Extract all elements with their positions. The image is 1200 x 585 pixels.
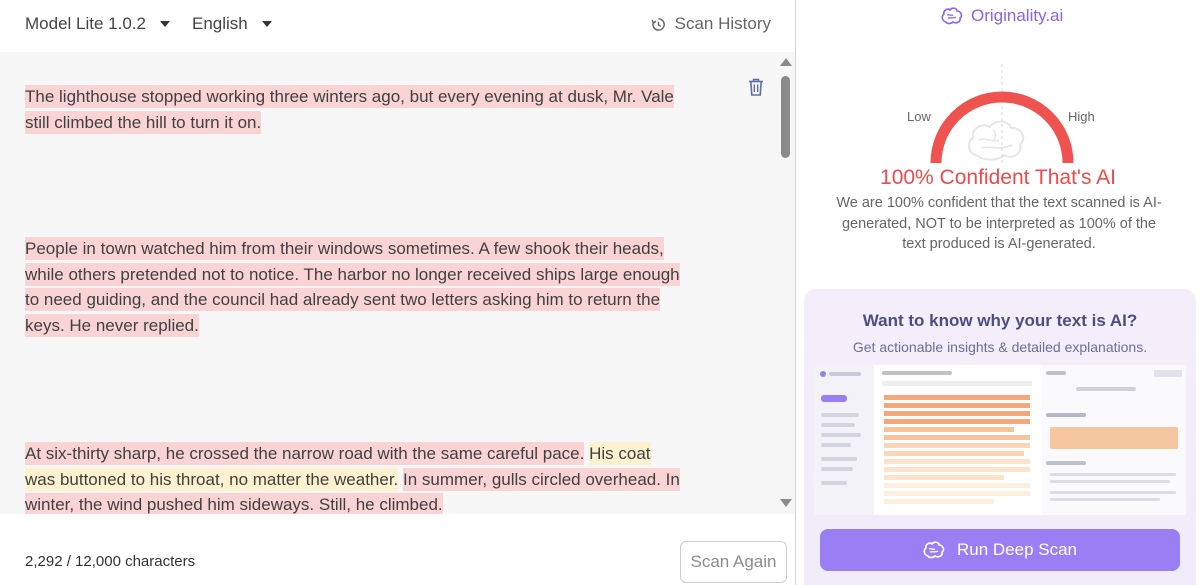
promo-title: Want to know why your text is AI?: [862, 311, 1138, 330]
brain-watermark-icon: [967, 120, 1025, 161]
chevron-down-icon: [159, 21, 170, 27]
editor-scrollbar[interactable]: [778, 52, 794, 514]
verdict-explanation: We are 100% confident that the text scan…: [836, 195, 1162, 252]
history-icon: [651, 17, 665, 31]
editor-pane: Model Lite 1.0.2 English Scan History Th…: [0, 0, 796, 585]
brand-name: Originality.ai: [971, 6, 1064, 25]
highlighted-sentence: The lighthouse stopped working three win…: [25, 85, 674, 134]
run-deep-scan-button[interactable]: Run Deep Scan: [820, 529, 1180, 571]
deep-scan-preview-image: [814, 365, 1186, 515]
brain-icon: [941, 7, 963, 25]
model-dropdown[interactable]: Model Lite 1.0.2: [25, 14, 170, 34]
editor-footer: 2,292 / 12,000 characters Scan Again: [0, 514, 796, 585]
confidence-gauge: [930, 64, 1074, 164]
scan-history-button[interactable]: Scan History: [651, 14, 771, 34]
chevron-down-icon: [261, 21, 272, 27]
scan-history-label: Scan History: [674, 14, 771, 33]
scrollbar-thumb[interactable]: [781, 76, 790, 158]
model-label: Model Lite 1.0.2: [25, 14, 146, 33]
scan-again-button[interactable]: Scan Again: [680, 541, 787, 583]
highlighted-sentence: At six-thirty sharp, he crossed the narr…: [25, 442, 585, 465]
gauge-low-label: Low: [907, 109, 931, 124]
language-label: English: [192, 14, 248, 33]
paragraph: The lighthouse stopped working three win…: [25, 84, 685, 135]
verdict-heading: 100% Confident That's AI: [880, 166, 1116, 189]
brain-icon: [923, 541, 945, 559]
trash-icon[interactable]: [748, 78, 764, 96]
editor-toolbar: Model Lite 1.0.2 English Scan History: [0, 0, 796, 50]
paragraph: People in town watched him from their wi…: [25, 236, 685, 338]
paragraph: At six-thirty sharp, he crossed the narr…: [25, 441, 685, 514]
result-pane: Originality.ai Low High 100% Confident T…: [796, 0, 1200, 585]
scroll-up-icon[interactable]: [780, 58, 792, 66]
deep-scan-promo: Want to know why your text is AI? Get ac…: [804, 289, 1196, 585]
language-dropdown[interactable]: English: [192, 14, 272, 34]
promo-subtitle: Get actionable insights & detailed expla…: [852, 339, 1148, 355]
gauge-high-label: High: [1068, 109, 1095, 124]
character-count: 2,292 / 12,000 characters: [25, 553, 196, 570]
run-deep-scan-label: Run Deep Scan: [956, 540, 1078, 559]
text-editor[interactable]: The lighthouse stopped working three win…: [0, 52, 796, 514]
scroll-down-icon[interactable]: [780, 499, 792, 507]
highlighted-sentence: People in town watched him from their wi…: [25, 237, 680, 337]
brand-logo[interactable]: Originality.ai: [941, 6, 1063, 26]
